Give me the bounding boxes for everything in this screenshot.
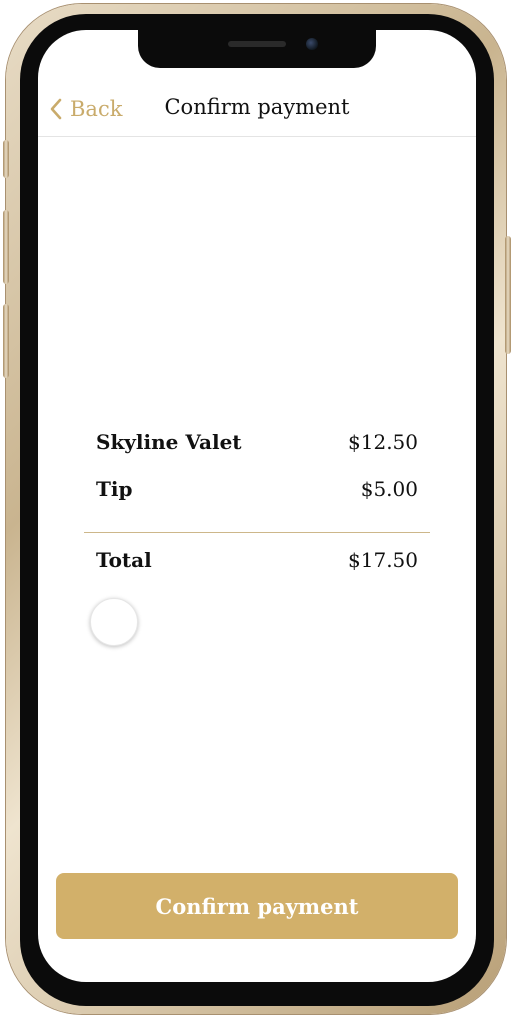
total-label: Total	[96, 548, 152, 572]
selection-toggle[interactable]	[90, 598, 138, 646]
mute-switch	[3, 140, 9, 178]
line-item-label: Tip	[96, 477, 133, 501]
earpiece-speaker	[228, 41, 286, 47]
app-screen: Back Confirm payment Skyline Valet $12.5…	[38, 30, 476, 982]
line-item-tip: Tip $5.00	[96, 477, 418, 501]
line-item-amount: $12.50	[348, 430, 418, 454]
volume-up-button	[3, 210, 9, 284]
total-row: Total $17.50	[96, 548, 418, 572]
line-item-amount: $5.00	[360, 477, 418, 501]
navigation-bar: Back Confirm payment	[38, 86, 476, 137]
summary-divider	[84, 532, 430, 533]
confirm-payment-button[interactable]: Confirm payment	[56, 873, 458, 939]
volume-down-button	[3, 304, 9, 378]
page-title: Confirm payment	[164, 95, 350, 119]
power-button	[505, 236, 511, 354]
device-notch	[138, 30, 376, 68]
line-item-label: Skyline Valet	[96, 430, 242, 454]
front-camera	[306, 38, 318, 50]
total-amount: $17.50	[348, 548, 418, 572]
line-item-service: Skyline Valet $12.50	[96, 430, 418, 454]
